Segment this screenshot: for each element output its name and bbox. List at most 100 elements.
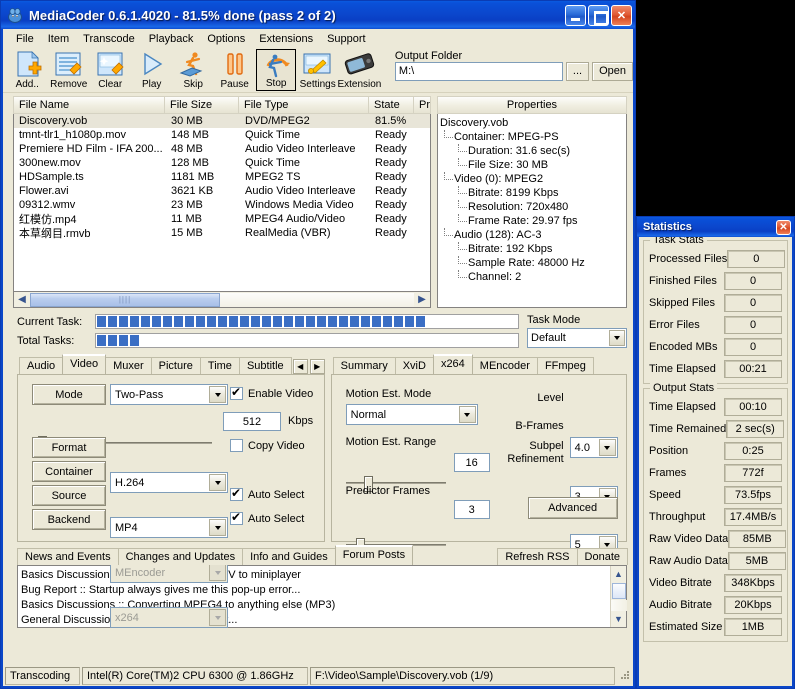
table-row[interactable]: HDSample.ts 1181 MB MPEG2 TS Ready: [14, 170, 430, 184]
scroll-track[interactable]: ||||: [30, 293, 414, 307]
source-auto-select-checkbox[interactable]: Auto Select: [230, 488, 304, 501]
news-list[interactable]: Basics Discussions :: Converting from WM…: [18, 566, 610, 627]
toolbar-button-extension[interactable]: Extension: [339, 49, 380, 91]
refresh-rss-button[interactable]: Refresh RSS: [497, 548, 577, 565]
list-item[interactable]: Bug Report :: Startup always gives me th…: [21, 583, 610, 598]
maximize-button[interactable]: [588, 5, 609, 26]
menu-item-options[interactable]: Options: [200, 32, 252, 46]
scroll-right-icon[interactable]: ▶: [414, 293, 430, 307]
table-row[interactable]: Premiere HD Film - IFA 200... 48 MB Audi…: [14, 142, 430, 156]
tab-x264[interactable]: x264: [433, 354, 473, 374]
toolbar-button-clear[interactable]: Clear: [90, 49, 130, 91]
output-folder-input[interactable]: M:\: [395, 62, 563, 81]
format-button[interactable]: Format: [32, 437, 106, 458]
news-vertical-scrollbar[interactable]: ▲ ▼: [610, 566, 626, 627]
menu-item-playback[interactable]: Playback: [142, 32, 201, 46]
column-header-state[interactable]: State: [369, 96, 414, 114]
tab-scroll-right-icon[interactable]: ▶: [310, 359, 325, 374]
chevron-down-icon[interactable]: [209, 386, 226, 403]
news-list-body[interactable]: Basics Discussions :: Converting from WM…: [17, 565, 627, 628]
enable-video-checkbox[interactable]: Enable Video: [230, 387, 313, 400]
column-header-file-name[interactable]: File Name: [13, 96, 165, 114]
scroll-thumb[interactable]: ||||: [30, 293, 220, 307]
file-list-horizontal-scrollbar[interactable]: ◀ |||| ▶: [13, 292, 431, 308]
scroll-track[interactable]: [611, 600, 627, 611]
checkbox-icon[interactable]: [230, 512, 243, 525]
scroll-up-icon[interactable]: ▲: [611, 566, 627, 582]
source-button[interactable]: Source: [32, 485, 106, 506]
minimize-button[interactable]: [565, 5, 586, 26]
container-button[interactable]: Container: [32, 461, 106, 482]
chevron-down-icon[interactable]: [459, 406, 476, 423]
backend-button[interactable]: Backend: [32, 509, 106, 530]
tab-forum-posts[interactable]: Forum Posts: [335, 545, 413, 565]
level-select[interactable]: 4.0: [570, 437, 618, 458]
toolbar-button-remove[interactable]: Remove: [48, 49, 88, 91]
tab-audio[interactable]: Audio: [19, 357, 63, 374]
chevron-down-icon[interactable]: [209, 519, 226, 536]
tab-picture[interactable]: Picture: [151, 357, 201, 374]
tab-summary[interactable]: Summary: [333, 357, 396, 374]
task-mode-select[interactable]: Default: [527, 328, 627, 348]
bitrate-input[interactable]: 512: [223, 412, 281, 431]
toolbar-button-stop[interactable]: Stop: [256, 49, 297, 91]
checkbox-icon[interactable]: [230, 488, 243, 501]
table-row[interactable]: 300new.mov 128 MB Quick Time Ready: [14, 156, 430, 170]
mode-select[interactable]: Two-Pass: [110, 384, 228, 405]
menu-item-file[interactable]: File: [9, 32, 41, 46]
tab-xvid[interactable]: XviD: [395, 357, 434, 374]
column-header-file-type[interactable]: File Type: [239, 96, 369, 114]
tab-news-and-events[interactable]: News and Events: [17, 548, 119, 565]
tab-mencoder[interactable]: MEncoder: [472, 357, 538, 374]
browse-folder-button[interactable]: ...: [566, 62, 589, 81]
column-header-file-size[interactable]: File Size: [165, 96, 239, 114]
toolbar-button-settings[interactable]: Settings: [297, 49, 337, 91]
format-select[interactable]: H.264: [110, 472, 228, 493]
chevron-down-icon[interactable]: [599, 439, 616, 456]
backend-auto-select-checkbox[interactable]: Auto Select: [230, 512, 304, 525]
table-row[interactable]: 09312.wmv 23 MB Windows Media Video Read…: [14, 198, 430, 212]
table-row[interactable]: Discovery.vob 30 MB DVD/MPEG2 81.5%: [14, 114, 430, 128]
toolbar-button-skip[interactable]: Skip: [173, 49, 213, 91]
statistics-close-button[interactable]: ✕: [776, 220, 791, 235]
resize-grip-icon[interactable]: [617, 669, 631, 683]
table-row[interactable]: 本草纲目.rmvb 15 MB RealMedia (VBR) Ready: [14, 226, 430, 240]
menu-item-extensions[interactable]: Extensions: [252, 32, 320, 46]
mode-button[interactable]: Mode: [32, 384, 106, 405]
tab-time[interactable]: Time: [200, 357, 240, 374]
chevron-down-icon[interactable]: [209, 474, 226, 491]
predictor-frames-input[interactable]: 3: [454, 500, 490, 519]
open-folder-button[interactable]: Open: [592, 62, 633, 81]
scroll-left-icon[interactable]: ◀: [14, 293, 30, 307]
tab-subtitle[interactable]: Subtitle: [239, 357, 292, 374]
tab-changes-and-updates[interactable]: Changes and Updates: [118, 548, 243, 565]
toolbar-button-pause[interactable]: Pause: [214, 49, 254, 91]
scroll-down-icon[interactable]: ▼: [611, 611, 627, 627]
advanced-button[interactable]: Advanced: [528, 497, 618, 519]
checkbox-icon[interactable]: [230, 439, 243, 452]
tab-scroll-left-icon[interactable]: ◀: [293, 359, 308, 374]
checkbox-icon[interactable]: [230, 387, 243, 400]
menu-item-item[interactable]: Item: [41, 32, 76, 46]
menu-item-transcode[interactable]: Transcode: [76, 32, 142, 46]
file-list-body[interactable]: Discovery.vob 30 MB DVD/MPEG2 81.5% tmnt…: [13, 114, 431, 292]
scroll-thumb[interactable]: [612, 583, 626, 599]
container-select[interactable]: MP4: [110, 517, 228, 538]
menu-item-support[interactable]: Support: [320, 32, 373, 46]
chevron-down-icon[interactable]: [609, 330, 625, 346]
table-row[interactable]: 红模仿.mp4 11 MB MPEG4 Audio/Video Ready: [14, 212, 430, 226]
toolbar-button-play[interactable]: Play: [131, 49, 171, 91]
column-header-preview[interactable]: Pre: [414, 96, 431, 114]
tab-info-and-guides[interactable]: Info and Guides: [242, 548, 336, 565]
copy-video-checkbox[interactable]: Copy Video: [230, 439, 305, 452]
tab-video[interactable]: Video: [62, 354, 106, 374]
properties-body[interactable]: Discovery.vob Container: MPEG-PS Duratio…: [437, 114, 627, 308]
toolbar-button-add[interactable]: Add..: [7, 49, 47, 91]
table-row[interactable]: tmnt-tlr1_h1080p.mov 148 MB Quick Time R…: [14, 128, 430, 142]
motion-est-mode-select[interactable]: Normal: [346, 404, 478, 425]
donate-button[interactable]: Donate: [577, 548, 628, 565]
tab-ffmpeg[interactable]: FFmpeg: [537, 357, 594, 374]
tab-muxer[interactable]: Muxer: [105, 357, 152, 374]
close-button[interactable]: ✕: [611, 5, 632, 26]
table-row[interactable]: Flower.avi 3621 KB Audio Video Interleav…: [14, 184, 430, 198]
